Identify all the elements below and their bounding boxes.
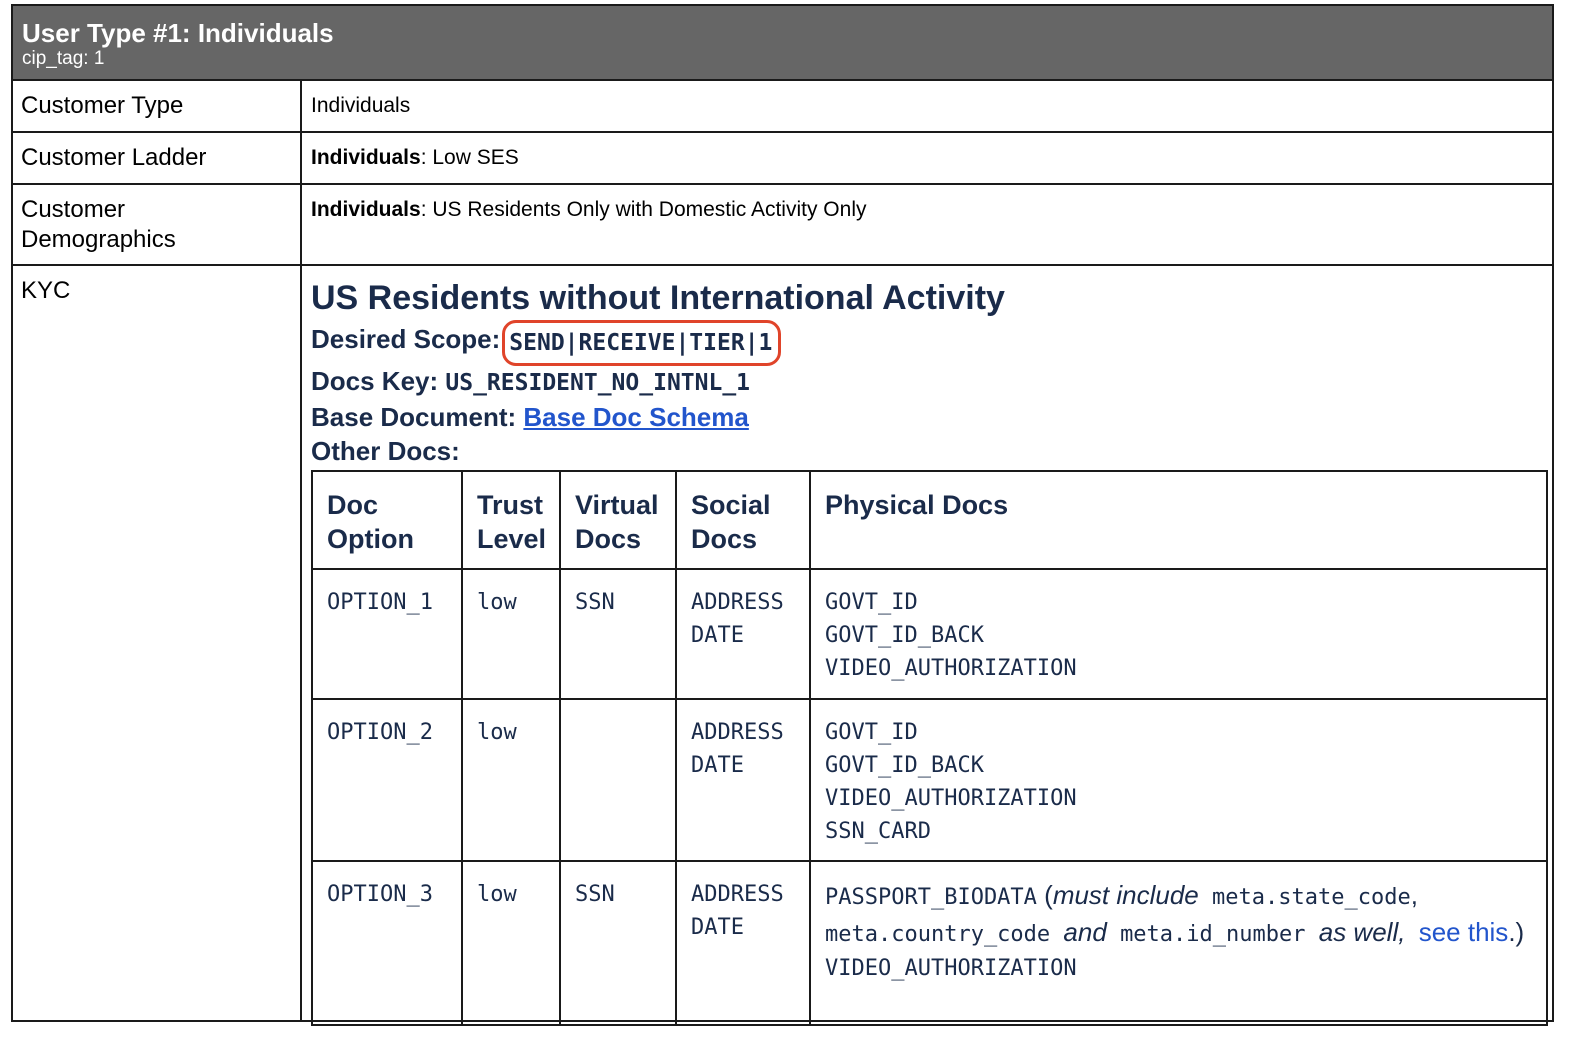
note-code-state: meta.state_code — [1212, 885, 1411, 910]
col-header: Social Docs — [675, 470, 811, 570]
note-code-country: meta.country_code — [825, 922, 1051, 947]
desired-scope-value: SEND|RECEIVE|TIER|1 — [502, 320, 782, 366]
social-doc: DATE — [691, 623, 744, 648]
desired-scope-label: Desired Scope: — [311, 324, 501, 354]
docs-key-value: US_RESIDENT_NO_INTNL_1 — [445, 370, 751, 396]
see-this-link[interactable]: see this — [1419, 917, 1509, 947]
kyc-heading: US Residents without International Activ… — [311, 279, 1005, 317]
physical-doc: SSN_CARD — [825, 819, 931, 844]
physical-doc: GOVT_ID — [825, 720, 918, 745]
physical-doc: GOVT_ID_BACK — [825, 753, 984, 778]
card-header: User Type #1: Individuals cip_tag: 1 — [13, 6, 1552, 81]
value-bold: Individuals — [311, 146, 421, 169]
cell-virtual: SSN — [559, 860, 677, 1026]
physical-note: PASSPORT_BIODATA (must include meta.stat… — [825, 878, 1536, 952]
col-header: Virtual Docs — [559, 470, 677, 570]
physical-doc: VIDEO_AUTHORIZATION — [825, 656, 1077, 681]
physical-doc: GOVT_ID_BACK — [825, 623, 984, 648]
row-label: Customer Ladder — [13, 133, 302, 183]
row-customer-type: Customer Type Individuals — [13, 81, 1552, 133]
row-value: Individuals — [311, 94, 411, 117]
row-value: Individuals: US Residents Only with Dome… — [302, 185, 1552, 264]
social-doc: DATE — [691, 753, 744, 778]
social-doc: ADDRESS — [691, 590, 784, 615]
table-row: OPTION_1 low SSN ADDRESS DATE GOVT_ID GO… — [311, 568, 1548, 700]
cell-physical: PASSPORT_BIODATA (must include meta.stat… — [809, 860, 1548, 1026]
row-label: Customer Type — [13, 81, 302, 131]
row-customer-demographics: Customer Demographics Individuals: US Re… — [13, 185, 1552, 266]
note-comma: , — [1410, 880, 1418, 910]
cell-social: ADDRESS DATE — [675, 860, 811, 1026]
col-header: Trust Level — [461, 470, 561, 570]
row-label: KYC — [13, 266, 302, 1022]
kyc-content: US Residents without International Activ… — [302, 266, 1548, 1026]
cell-physical: GOVT_ID GOVT_ID_BACK VIDEO_AUTHORIZATION — [809, 568, 1548, 700]
cell-option: OPTION_3 — [311, 860, 463, 1026]
table-row: OPTION_3 low SSN ADDRESS DATE PASSPORT_B… — [311, 860, 1548, 1026]
value-rest: : Low SES — [420, 146, 519, 169]
cell-trust: low — [461, 568, 561, 700]
docs-key-line: Docs Key: US_RESIDENT_NO_INTNL_1 — [311, 364, 1548, 400]
row-label: Customer Demographics — [13, 185, 302, 264]
cell-virtual — [559, 698, 677, 862]
physical-doc: PASSPORT_BIODATA — [825, 885, 1037, 910]
user-type-card: User Type #1: Individuals cip_tag: 1 Cus… — [11, 4, 1554, 1026]
col-header: Physical Docs — [809, 470, 1548, 570]
card-subtitle: cip_tag: 1 — [22, 48, 105, 69]
cell-option: OPTION_1 — [311, 568, 463, 700]
card-title: User Type #1: Individuals — [22, 18, 334, 48]
cell-social: ADDRESS DATE — [675, 568, 811, 700]
base-doc-schema-link[interactable]: Base Doc Schema — [523, 402, 748, 432]
other-docs-label: Other Docs: — [311, 436, 460, 466]
note-as-well: as well, — [1318, 917, 1406, 947]
cell-physical: GOVT_ID GOVT_ID_BACK VIDEO_AUTHORIZATION… — [809, 698, 1548, 862]
cell-trust: low — [461, 860, 561, 1026]
docs-table: Doc Option Trust Level Virtual Docs Soci… — [311, 470, 1548, 1026]
physical-doc: GOVT_ID — [825, 590, 918, 615]
note-and: and — [1063, 917, 1107, 947]
row-kyc: KYC US Residents without International A… — [13, 266, 1552, 1026]
base-document-line: Base Document: Base Doc Schema — [311, 400, 1548, 434]
cell-virtual: SSN — [559, 568, 677, 700]
cell-trust: low — [461, 698, 561, 862]
cell-social: ADDRESS DATE — [675, 698, 811, 862]
table-row: OPTION_2 low ADDRESS DATE GOVT_ID GOVT_I… — [311, 698, 1548, 862]
row-value: Individuals: Low SES — [302, 133, 1552, 183]
value-rest: : US Residents Only with Domestic Activi… — [420, 198, 867, 221]
physical-doc: VIDEO_AUTHORIZATION — [825, 956, 1077, 981]
cell-option: OPTION_2 — [311, 698, 463, 862]
note-must-include: must include — [1052, 880, 1199, 910]
base-document-label: Base Document: — [311, 402, 517, 432]
desired-scope-line: Desired Scope: SEND|RECEIVE|TIER|1 — [311, 318, 1548, 366]
note-open: ( — [1036, 880, 1053, 910]
social-doc: ADDRESS — [691, 720, 784, 745]
note-code-id: meta.id_number — [1120, 922, 1306, 947]
docs-key-label: Docs Key: — [311, 366, 439, 396]
col-header: Doc Option — [311, 470, 463, 570]
physical-doc: VIDEO_AUTHORIZATION — [825, 786, 1077, 811]
value-bold: Individuals — [311, 198, 421, 221]
social-doc: DATE — [691, 915, 744, 940]
social-doc: ADDRESS — [691, 882, 784, 907]
row-customer-ladder: Customer Ladder Individuals: Low SES — [13, 133, 1552, 185]
docs-table-header: Doc Option Trust Level Virtual Docs Soci… — [311, 470, 1548, 570]
note-close: .) — [1508, 917, 1525, 947]
